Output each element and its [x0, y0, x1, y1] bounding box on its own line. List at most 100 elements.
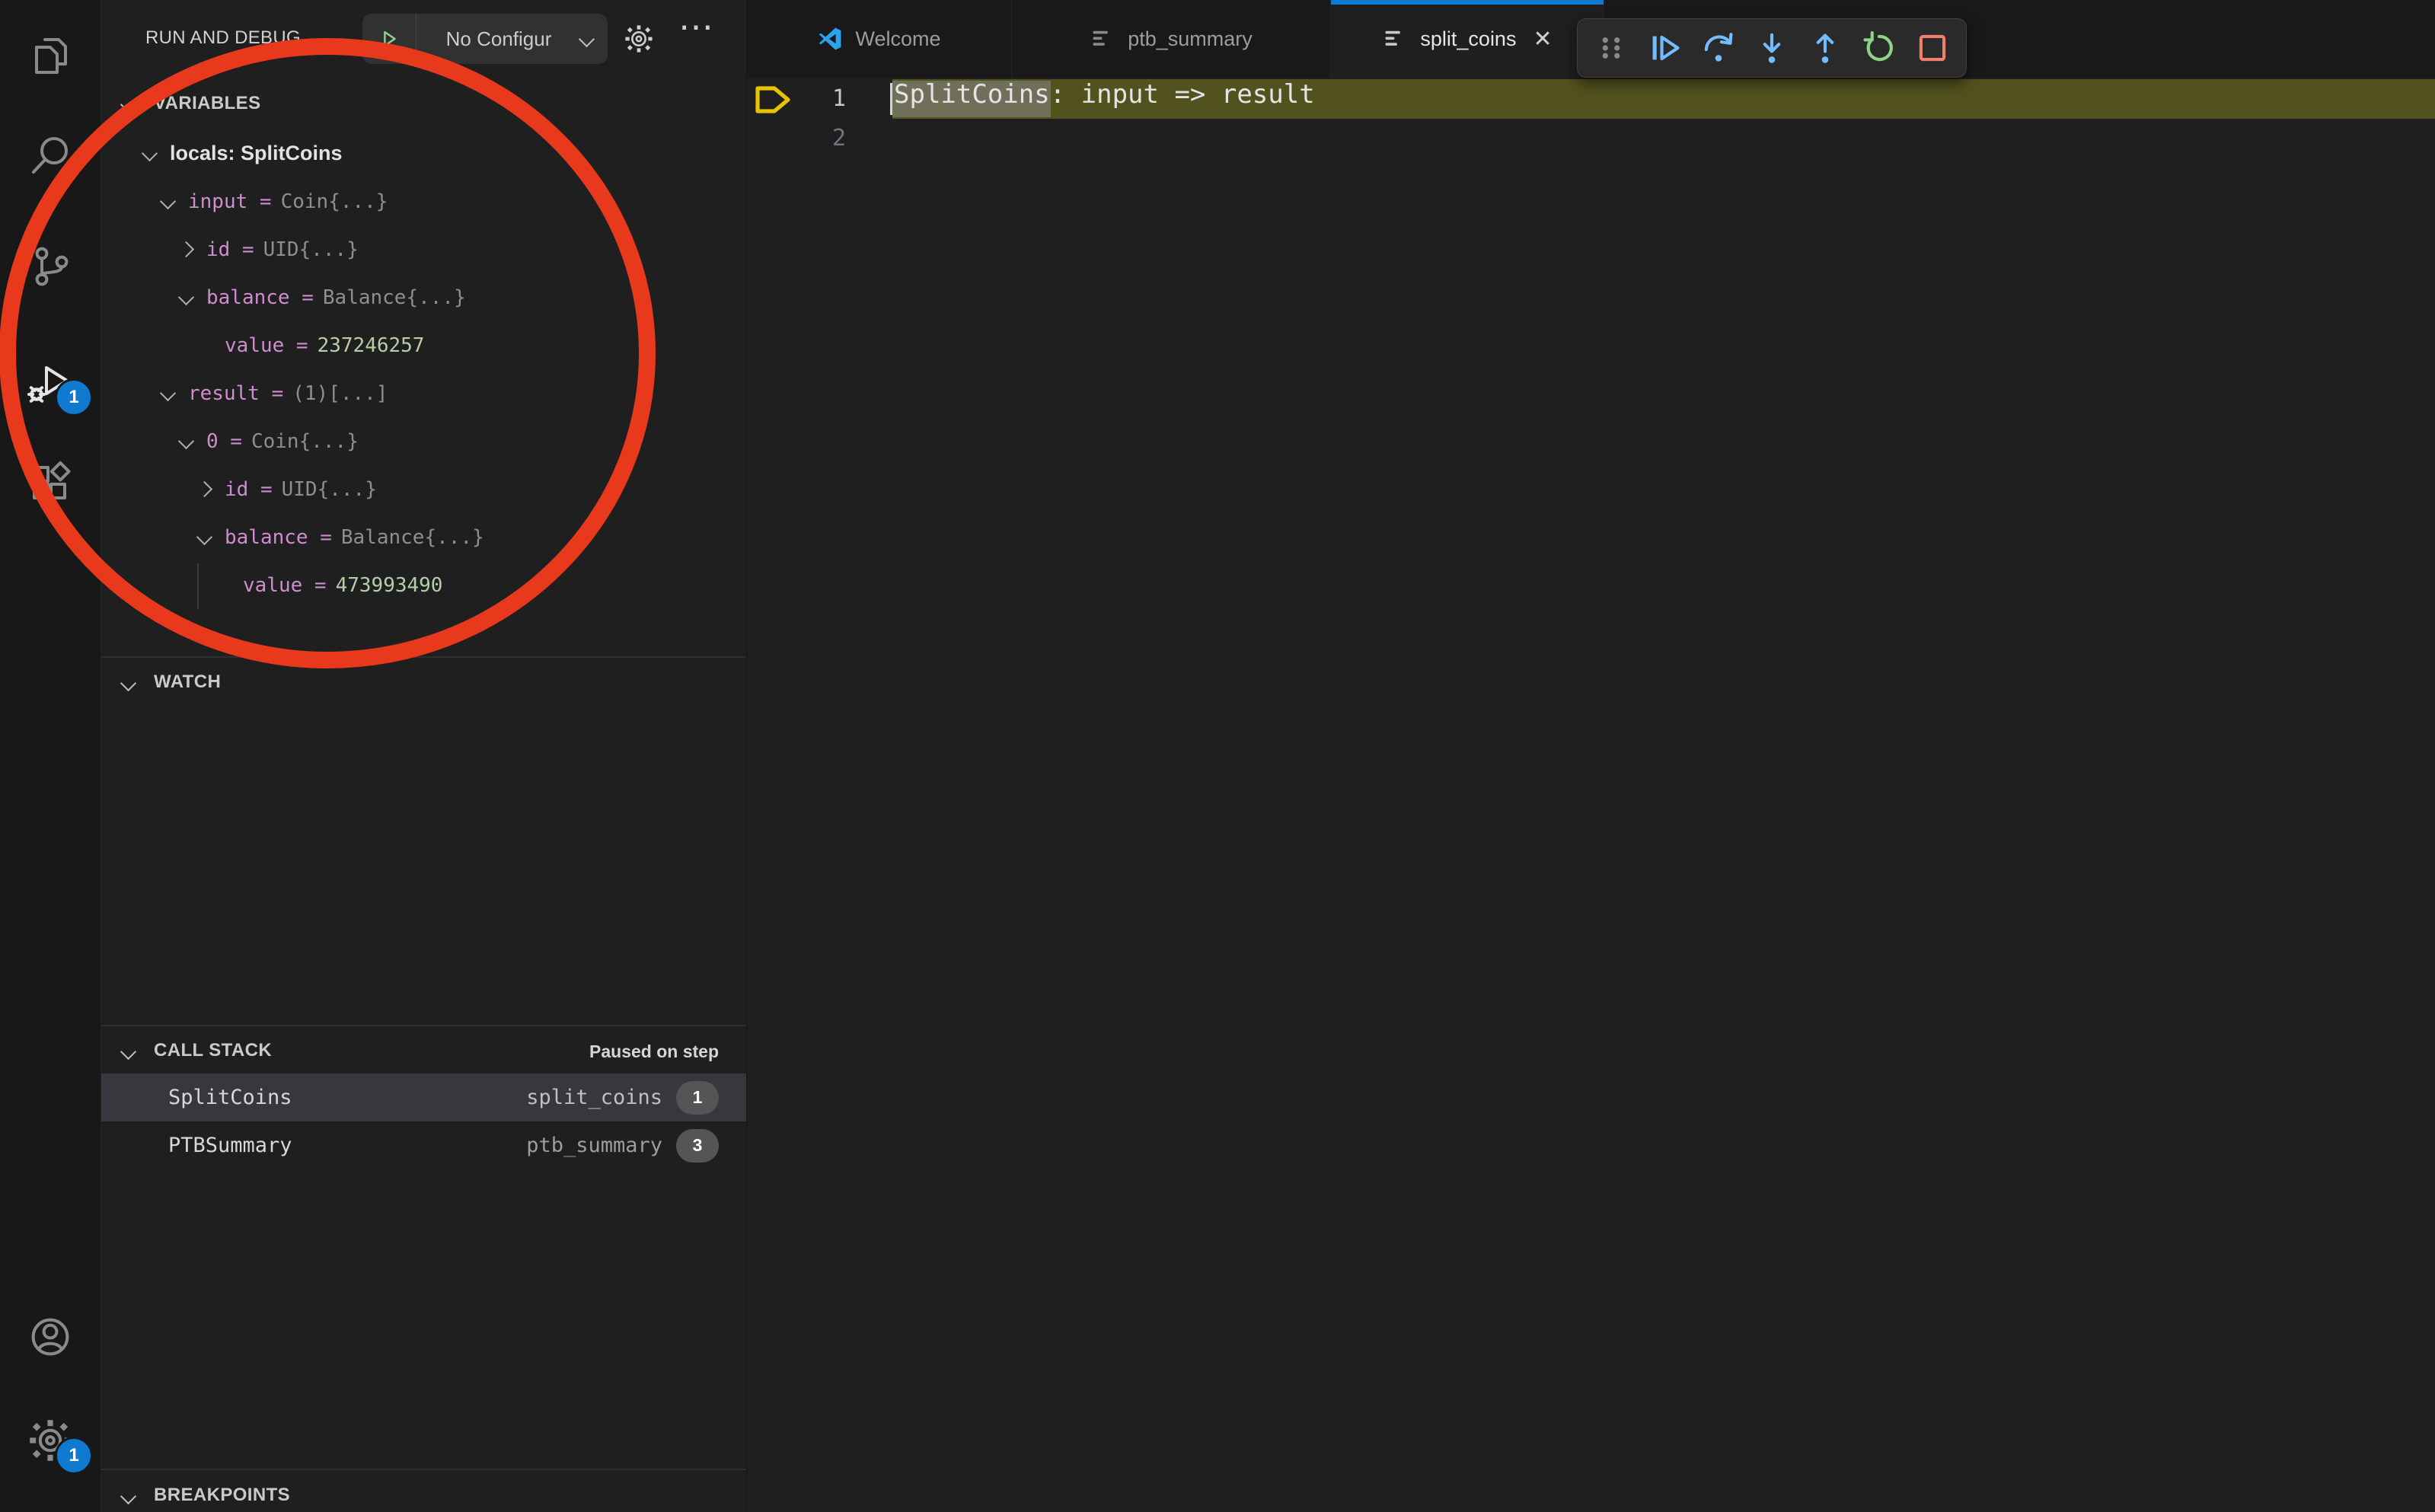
- variable-value: 473993490: [336, 574, 443, 597]
- restart-button[interactable]: [1853, 23, 1905, 73]
- activity-bar: 11: [0, 0, 101, 1512]
- activity-bar-item-settings[interactable]: 1: [0, 1400, 101, 1484]
- step-over-button[interactable]: [1693, 23, 1744, 73]
- activity-bar-item-accounts[interactable]: [0, 1297, 101, 1380]
- variable-type: Balance{...}: [341, 526, 484, 549]
- divider: [101, 1025, 746, 1026]
- tab-label: split_coins: [1420, 27, 1516, 51]
- variable-type: Balance{...}: [323, 286, 466, 309]
- tab-ptb_summary[interactable]: ptb_summary: [1012, 0, 1331, 78]
- start-debugging-icon[interactable]: [362, 14, 416, 64]
- frame-line-badge: 1: [676, 1081, 719, 1115]
- breakpoints-section-header[interactable]: BREAKPOINTS: [101, 1474, 746, 1512]
- chevron-right-icon[interactable]: [178, 241, 194, 257]
- activity-bar-item-source-control[interactable]: [0, 226, 101, 310]
- variables-section-header[interactable]: VARIABLES: [101, 82, 746, 126]
- scope-label: locals: SplitCoins: [170, 142, 343, 165]
- code-line-empty[interactable]: [747, 119, 2435, 158]
- activity-bar-item-run-and-debug[interactable]: 1: [0, 342, 101, 426]
- tree-row-result[interactable]: result = (1)[...]: [101, 369, 833, 417]
- debug-toolbar: [1577, 18, 1967, 78]
- call-stack-frame-PTBSummary[interactable]: PTBSummaryptb_summary3: [101, 1121, 746, 1169]
- variable-name: value =: [243, 574, 327, 597]
- tree-row-0[interactable]: 0 = Coin{...}: [101, 417, 851, 465]
- badge: 1: [55, 378, 93, 416]
- tree-row-balance[interactable]: balance = Balance{...}: [101, 273, 851, 321]
- variable-name: 0 =: [206, 430, 242, 453]
- variable-type: (1)[...]: [292, 382, 388, 405]
- activity-bar-item-extensions[interactable]: [0, 443, 101, 527]
- variable-type: Coin{...}: [251, 430, 359, 453]
- tab-Welcome[interactable]: Welcome: [747, 0, 1012, 78]
- text-cursor: [890, 83, 892, 115]
- tab-label: ptb_summary: [1128, 27, 1253, 51]
- activity-bar-item-search[interactable]: [0, 116, 101, 199]
- divider: [101, 1469, 746, 1470]
- tab-label: Welcome: [855, 27, 940, 51]
- vscode-logo-icon: [817, 26, 843, 52]
- search-icon: [26, 132, 75, 184]
- variable-name: id =: [206, 238, 254, 261]
- step-into-button[interactable]: [1746, 23, 1798, 73]
- chevron-down-icon: [120, 1488, 136, 1504]
- continue-button[interactable]: [1639, 23, 1690, 73]
- code-line-current[interactable]: SplitCoins: input => result: [747, 79, 2435, 119]
- chevron-down-icon[interactable]: [196, 529, 212, 545]
- divider: [101, 656, 746, 658]
- variable-value: 237246257: [318, 334, 425, 357]
- chevron-down-icon[interactable]: [178, 289, 194, 305]
- chevron-down-icon[interactable]: [142, 145, 158, 161]
- account-icon: [26, 1313, 75, 1365]
- variable-type: UID{...}: [282, 478, 377, 501]
- tree-row-input[interactable]: input =Coin{...}: [101, 177, 833, 225]
- frame-name: PTBSummary: [168, 1134, 292, 1157]
- sidebar-header: RUN AND DEBUG No Configur ⋯: [101, 0, 746, 78]
- frame-name: SplitCoins: [168, 1086, 292, 1109]
- chevron-down-icon: [579, 30, 595, 46]
- vscode-window: 11 RUN AND DEBUG No Configur ⋯ VARIABLES…: [0, 0, 2435, 1512]
- chevron-right-icon[interactable]: [196, 481, 212, 497]
- chevron-down-icon[interactable]: [160, 193, 176, 209]
- badge: 1: [55, 1437, 93, 1475]
- tree-row-scope[interactable]: locals: SplitCoins: [101, 129, 815, 177]
- start-debug-config-button[interactable]: No Configur: [362, 14, 608, 64]
- frame-line-badge: 3: [676, 1129, 719, 1163]
- chevron-down-icon[interactable]: [178, 433, 194, 449]
- watch-label: WATCH: [154, 671, 221, 693]
- sidebar-title: RUN AND DEBUG: [145, 27, 301, 49]
- variable-name: balance =: [206, 286, 314, 309]
- debug-settings-gear-button[interactable]: [623, 23, 655, 55]
- files-icon: [26, 31, 75, 84]
- debug-config-label: No Configur: [416, 27, 581, 51]
- variable-type: UID{...}: [263, 238, 359, 261]
- variable-name: id =: [225, 478, 273, 501]
- code-text: SplitCoins: input => result: [894, 79, 1315, 119]
- call-stack-section-header[interactable]: CALL STACK Paused on step: [101, 1029, 746, 1073]
- close-tab-icon[interactable]: ✕: [1533, 26, 1552, 53]
- variable-name: balance =: [225, 526, 332, 549]
- call-stack-frame-SplitCoins[interactable]: SplitCoins split_coins 1: [101, 1073, 746, 1121]
- watch-section-header[interactable]: WATCH: [101, 661, 746, 705]
- list-file-icon: [1382, 26, 1408, 52]
- stop-button[interactable]: [1907, 23, 1958, 73]
- indent-guide: [197, 563, 199, 609]
- variable-name: input =: [188, 190, 272, 213]
- frame-source: split_coins: [526, 1086, 662, 1109]
- chevron-down-icon: [120, 1044, 136, 1060]
- step-out-button[interactable]: [1799, 23, 1851, 73]
- call-stack-label: CALL STACK: [154, 1040, 272, 1061]
- tab-split_coins[interactable]: split_coins ✕: [1331, 0, 1604, 78]
- tree-row-id[interactable]: id = UID{...}: [101, 225, 851, 273]
- chevron-down-icon[interactable]: [160, 385, 176, 401]
- extensions-icon: [26, 459, 75, 512]
- toolbar-drag-gripper[interactable]: [1585, 23, 1637, 73]
- breakpoints-label: BREAKPOINTS: [154, 1485, 290, 1506]
- run-and-debug-sidebar: RUN AND DEBUG No Configur ⋯ VARIABLES lo…: [101, 0, 747, 1512]
- more-actions-button[interactable]: ⋯: [677, 6, 715, 47]
- chevron-down-icon: [120, 97, 136, 113]
- activity-bar-item-explorer[interactable]: [0, 15, 101, 99]
- source-control-icon: [26, 242, 75, 295]
- list-file-icon: [1090, 26, 1115, 52]
- variable-name: result =: [188, 382, 283, 405]
- chevron-down-icon: [120, 675, 136, 691]
